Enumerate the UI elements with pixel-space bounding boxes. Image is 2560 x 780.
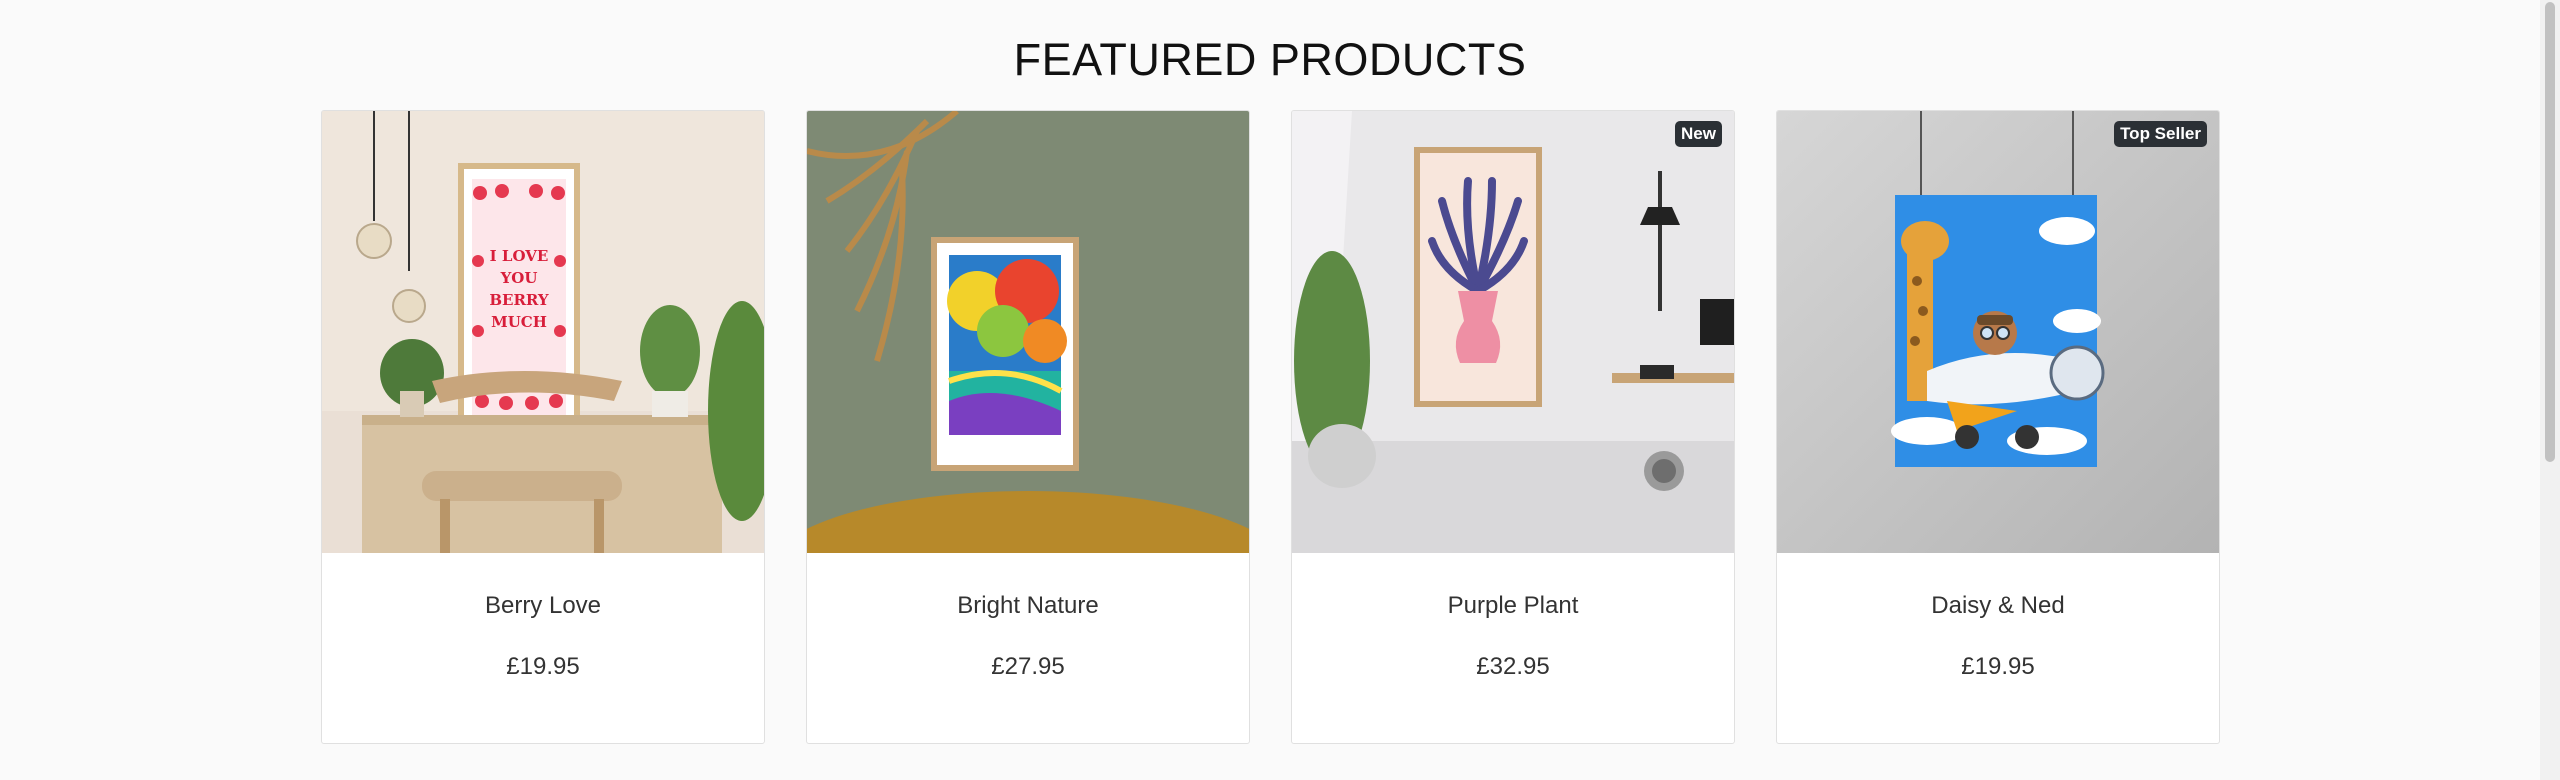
product-image-berry-love[interactable]: I LOVE YOU BERRY MUCH bbox=[322, 111, 764, 553]
poster-text-2: YOU bbox=[500, 269, 538, 287]
product-image-daisy-and-ned[interactable]: Top Seller bbox=[1777, 111, 2219, 553]
product-price: £19.95 bbox=[506, 653, 580, 680]
product-card-berry-love[interactable]: I LOVE YOU BERRY MUCH Berry Love £19.95 bbox=[321, 110, 765, 744]
product-card-purple-plant[interactable]: New Purple Plant £32.95 bbox=[1291, 110, 1735, 744]
section-title: FEATURED PRODUCTS bbox=[1013, 34, 1527, 85]
badge-top-seller: Top Seller bbox=[2114, 121, 2207, 147]
product-name[interactable]: Bright Nature bbox=[807, 591, 1249, 621]
product-price: £27.95 bbox=[991, 653, 1065, 680]
badge-new: New bbox=[1675, 121, 1722, 147]
scrollbar-thumb[interactable] bbox=[2545, 2, 2555, 462]
product-price: £32.95 bbox=[1476, 653, 1550, 680]
product-grid: I LOVE YOU BERRY MUCH Berry Love £19.95 … bbox=[321, 110, 2220, 744]
poster-text-1: I LOVE bbox=[490, 247, 549, 265]
product-name[interactable]: Berry Love bbox=[322, 591, 764, 621]
poster-text-3: BERRY bbox=[489, 291, 549, 309]
product-card-daisy-and-ned[interactable]: Top Seller Daisy & Ned £19.95 bbox=[1776, 110, 2220, 744]
product-name[interactable]: Daisy & Ned bbox=[1777, 591, 2219, 621]
product-image-bright-nature[interactable] bbox=[807, 111, 1249, 553]
product-price: £19.95 bbox=[1961, 653, 2035, 680]
product-card-bright-nature[interactable]: Bright Nature £27.95 bbox=[806, 110, 1250, 744]
vertical-scrollbar[interactable] bbox=[2540, 0, 2560, 780]
product-image-purple-plant[interactable]: New bbox=[1292, 111, 1734, 553]
poster-text-4: MUCH bbox=[491, 313, 547, 331]
product-name[interactable]: Purple Plant bbox=[1292, 591, 1734, 621]
page: FEATURED PRODUCTS I LOVE YOU BERRY MUCH … bbox=[0, 0, 2560, 780]
